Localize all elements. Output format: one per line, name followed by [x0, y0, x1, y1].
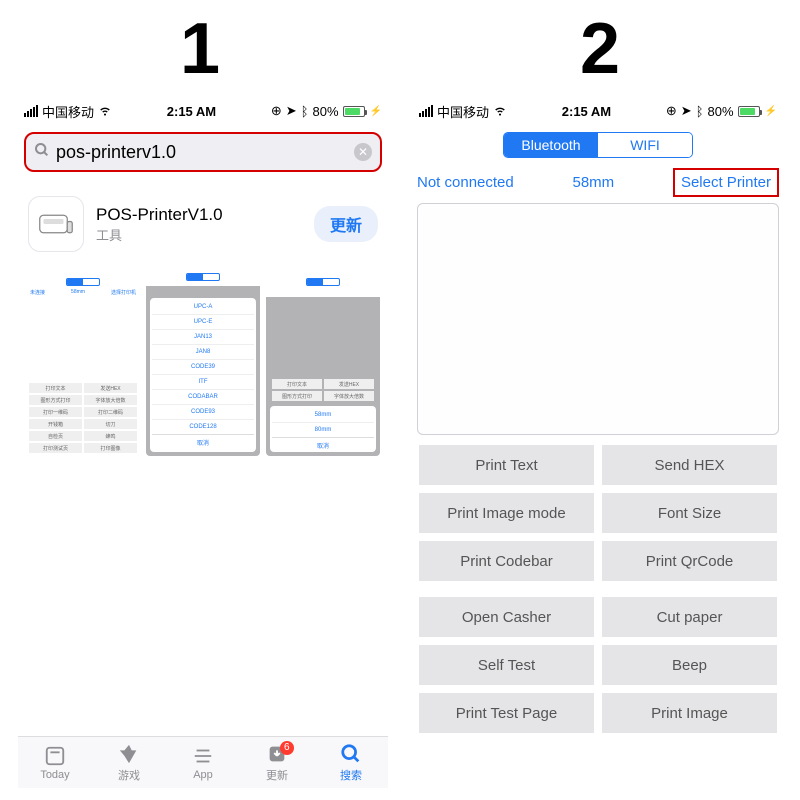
carrier-label: 中国移动	[437, 102, 489, 121]
search-result-row[interactable]: POS-PrinterV1.0 工具 更新	[18, 176, 388, 264]
screenshot-thumb[interactable]: 打印文本发送HEX图形方式打印字体放大倍数 58mm80mm取消	[266, 270, 380, 456]
updates-badge: 6	[280, 741, 294, 755]
thumb1-buttons: 打印文本发送HEX图形方式打印字体放大倍数打印一维码打印二维码开钱箱切刀自检页蜂…	[26, 380, 140, 456]
action-button[interactable]: Print Text	[419, 445, 594, 485]
action-button[interactable]: Print Image	[602, 693, 777, 733]
location-icon: ➤	[681, 103, 692, 119]
update-button[interactable]: 更新	[314, 206, 378, 242]
status-time: 2:15 AM	[167, 104, 216, 119]
battery-icon	[343, 106, 365, 117]
wifi-icon	[98, 103, 112, 120]
bluetooth-icon: ᛒ	[301, 104, 309, 119]
output-area[interactable]	[417, 203, 779, 435]
action-button[interactable]: Print Image mode	[419, 493, 594, 533]
connection-status[interactable]: Not connected	[417, 174, 514, 191]
segment-wifi[interactable]: WIFI	[598, 133, 692, 157]
signal-icon	[24, 105, 38, 117]
thumb3-sheet: 58mm80mm取消	[270, 406, 376, 452]
search-query-text: pos-printerv1.0	[56, 142, 354, 163]
battery-icon	[738, 106, 760, 117]
screenshot-gallery[interactable]: 未连接58mm选择打印机 打印文本发送HEX图形方式打印字体放大倍数打印一维码打…	[18, 264, 388, 462]
location-icon: ➤	[286, 103, 297, 119]
wifi-icon	[493, 103, 507, 120]
action-button[interactable]: Beep	[602, 645, 777, 685]
phone-1: 中国移动 2:15 AM ⊕ ➤ ᛒ 80% ⚡ pos-printerv1.0…	[18, 100, 388, 788]
tab-today[interactable]: Today	[18, 737, 92, 788]
orientation-icon: ⊕	[666, 103, 677, 119]
app-name: POS-PrinterV1.0	[96, 205, 314, 225]
button-grid-1: Print TextSend HEXPrint Image modeFont S…	[413, 445, 783, 581]
screenshot-thumb[interactable]: 未连接58mm选择打印机 打印文本发送HEX图形方式打印字体放大倍数打印一维码打…	[26, 270, 140, 456]
status-time: 2:15 AM	[562, 104, 611, 119]
action-button[interactable]: Print Codebar	[419, 541, 594, 581]
search-field[interactable]: pos-printerv1.0 ✕	[24, 132, 382, 172]
battery-pct: 80%	[313, 104, 339, 119]
connection-subrow: Not connected 58mm Select Printer	[413, 164, 783, 203]
action-button[interactable]: Font Size	[602, 493, 777, 533]
orientation-icon: ⊕	[271, 103, 282, 119]
screenshot-thumb[interactable]: UPC-AUPC-EJAN13JAN8CODE39ITFCODABARCODE9…	[146, 270, 260, 456]
tab-updates[interactable]: 6 更新	[240, 737, 314, 788]
app-icon	[28, 196, 84, 252]
button-grid-2: Open CasherCut paperSelf TestBeepPrint T…	[413, 597, 783, 733]
step-1-label: 1	[10, 8, 390, 90]
signal-icon	[419, 105, 433, 117]
phone-2: 中国移动 2:15 AM ⊕ ➤ ᛒ 80% ⚡ Bluetooth WIFI …	[413, 100, 783, 788]
carrier-label: 中国移动	[42, 102, 94, 121]
search-icon	[34, 142, 50, 163]
tab-bar: Today 游戏 App 6 更新 搜索	[18, 736, 388, 788]
action-button[interactable]: Send HEX	[602, 445, 777, 485]
tab-apps[interactable]: App	[166, 737, 240, 788]
thumb3-buttons: 打印文本发送HEX图形方式打印字体放大倍数	[270, 301, 376, 403]
battery-pct: 80%	[708, 104, 734, 119]
segment-bluetooth[interactable]: Bluetooth	[504, 133, 598, 157]
app-category: 工具	[96, 225, 314, 244]
charging-icon: ⚡	[765, 106, 777, 117]
action-button[interactable]: Self Test	[419, 645, 594, 685]
paper-width[interactable]: 58mm	[573, 174, 615, 191]
clear-search-button[interactable]: ✕	[354, 143, 372, 161]
action-button[interactable]: Cut paper	[602, 597, 777, 637]
thumb2-sheet: UPC-AUPC-EJAN13JAN8CODE39ITFCODABARCODE9…	[150, 298, 256, 452]
status-bar: 中国移动 2:15 AM ⊕ ➤ ᛒ 80% ⚡	[18, 100, 388, 122]
tab-search[interactable]: 搜索	[314, 737, 388, 788]
action-button[interactable]: Open Casher	[419, 597, 594, 637]
status-bar-2: 中国移动 2:15 AM ⊕ ➤ ᛒ 80% ⚡	[413, 100, 783, 122]
step-2-label: 2	[410, 8, 790, 90]
connection-segmented-control[interactable]: Bluetooth WIFI	[503, 132, 693, 158]
select-printer-button[interactable]: Select Printer	[673, 168, 779, 197]
charging-icon: ⚡	[370, 106, 382, 117]
tab-games[interactable]: 游戏	[92, 737, 166, 788]
action-button[interactable]: Print Test Page	[419, 693, 594, 733]
bluetooth-icon: ᛒ	[696, 104, 704, 119]
action-button[interactable]: Print QrCode	[602, 541, 777, 581]
